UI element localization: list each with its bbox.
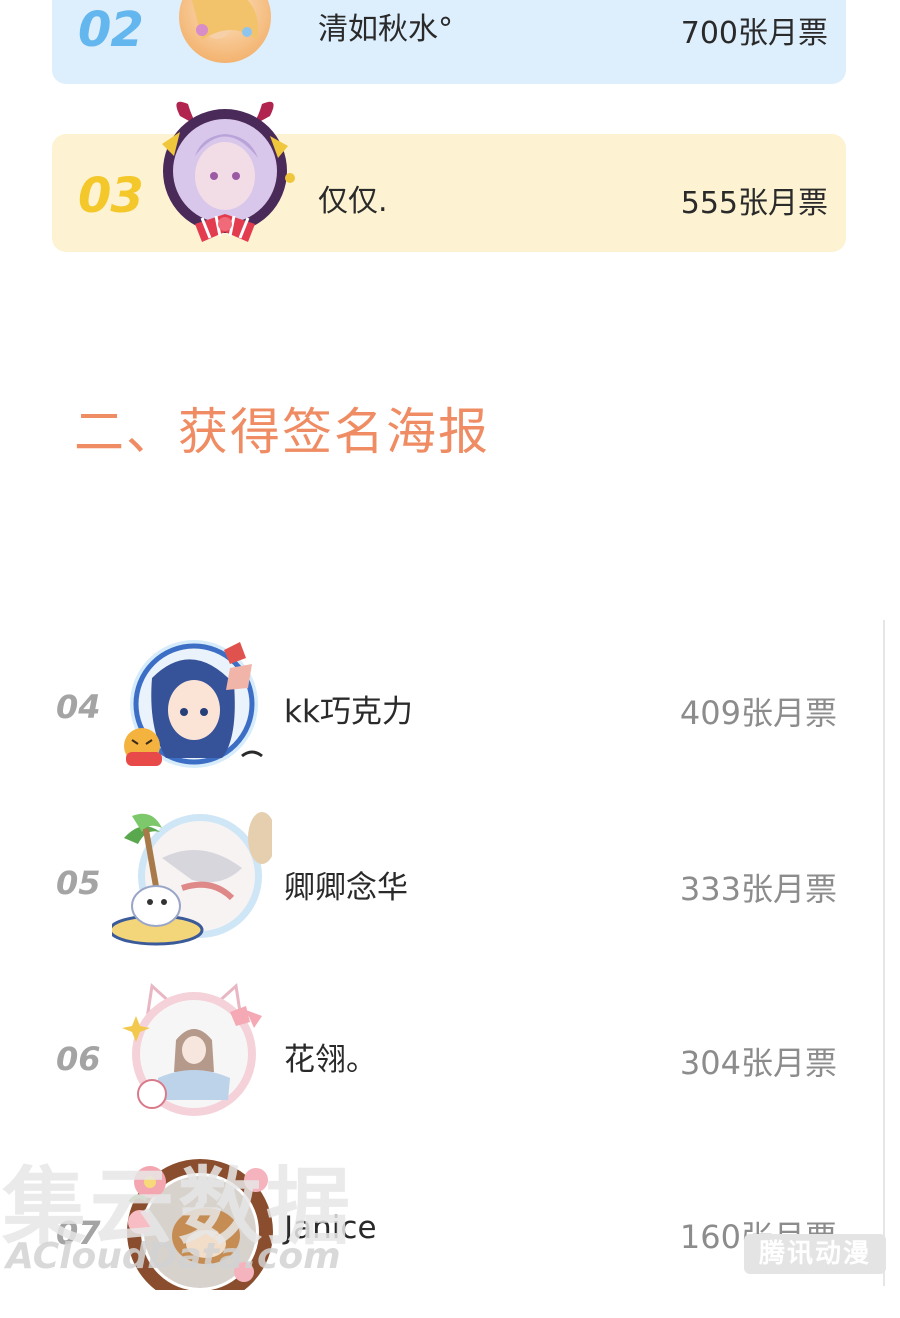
- top-rank-votes: 555张月票: [680, 186, 828, 221]
- rank-number-03: 03: [78, 168, 144, 224]
- list-item-votes: 409张月票: [679, 694, 837, 732]
- list-item-name: 卿卿念华: [284, 870, 408, 906]
- section-title: 二、获得签名海报: [74, 403, 490, 461]
- list-item-name: 花翎。: [284, 1042, 377, 1078]
- anime-girl-avatar-icon[interactable]: [112, 628, 272, 778]
- rank-number: 06: [56, 1040, 101, 1078]
- rank-number-02: 02: [78, 2, 144, 58]
- top-rank-votes: 700张月票: [680, 16, 828, 51]
- top-rank-name: 仅仅.: [318, 184, 388, 219]
- rank-number: 05: [56, 864, 101, 902]
- cat-ear-frame-avatar-icon[interactable]: [118, 982, 268, 1122]
- list-item-votes: 304张月票: [679, 1044, 837, 1082]
- list-item[interactable]: 06 花翎。 304张月票: [0, 972, 900, 1142]
- list-item[interactable]: 04 kk巧克力 409张月票: [0, 620, 900, 790]
- list-item-votes: 333张月票: [679, 870, 837, 908]
- devil-frame-avatar-icon[interactable]: [150, 96, 300, 246]
- watermark-url: ACloudData.com: [6, 1236, 341, 1277]
- corner-logo: 腾讯动漫: [744, 1234, 886, 1274]
- palm-tree-frame-avatar-icon[interactable]: [112, 798, 272, 952]
- list-item-name: kk巧克力: [284, 694, 413, 730]
- list-item[interactable]: 05 卿卿念华 333张月票: [0, 796, 900, 966]
- rank-number: 04: [56, 688, 101, 726]
- top-rank-name: 清如秋水°: [318, 12, 453, 47]
